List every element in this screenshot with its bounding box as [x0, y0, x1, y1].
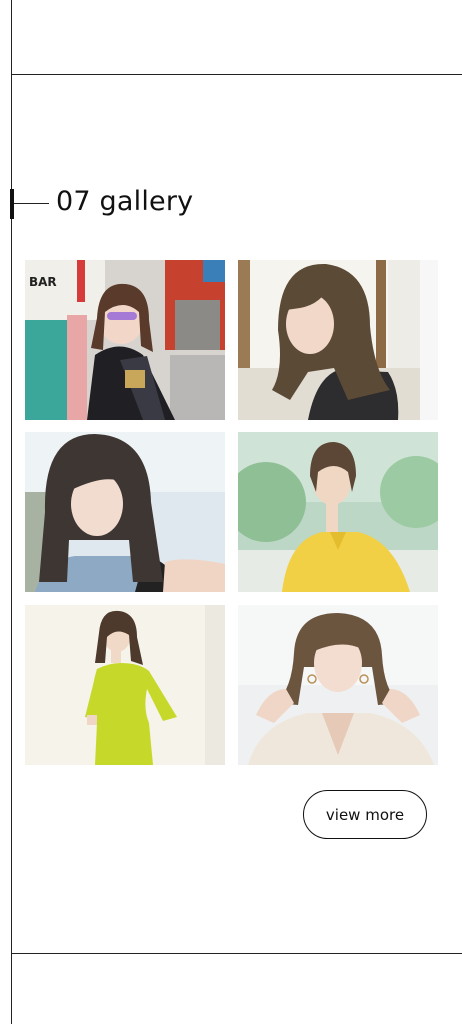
photo-street-sunglasses: BAR [25, 260, 225, 420]
photo-yellow-blouse-outdoor [238, 432, 438, 592]
gallery-photo-5[interactable] [25, 605, 225, 765]
photo-bob-hair-blue [25, 432, 225, 592]
left-guide-line [11, 0, 12, 1024]
view-more-button[interactable]: view more [303, 790, 427, 839]
photo-lime-dress [25, 605, 225, 765]
photo-hands-in-hair [238, 605, 438, 765]
gallery-photo-3[interactable] [25, 432, 225, 592]
bottom-divider [12, 953, 462, 954]
gallery-photo-2[interactable] [238, 260, 438, 420]
photo-long-hair-window [238, 260, 438, 420]
top-divider [12, 74, 462, 75]
section-title: 07 gallery [56, 186, 194, 217]
section-marker [10, 189, 14, 219]
gallery-photo-4[interactable] [238, 432, 438, 592]
gallery-photo-6[interactable] [238, 605, 438, 765]
gallery-photo-1[interactable]: BAR [25, 260, 225, 420]
section-marker-dash [14, 203, 49, 204]
svg-text:BAR: BAR [29, 275, 57, 289]
